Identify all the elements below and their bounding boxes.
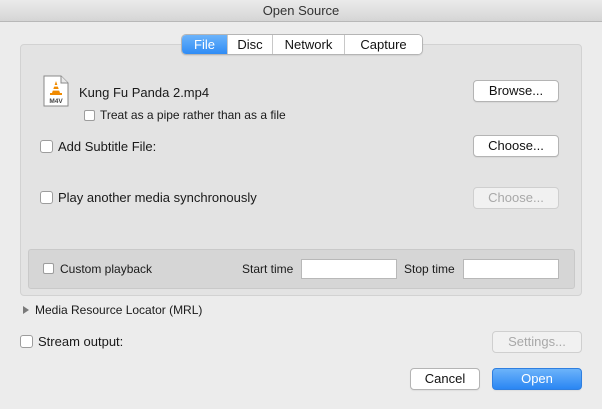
stream-output-checkbox[interactable] bbox=[20, 335, 33, 348]
sync-media-label: Play another media synchronously bbox=[58, 190, 257, 205]
subtitle-label: Add Subtitle File: bbox=[58, 139, 157, 154]
open-button[interactable]: Open bbox=[492, 368, 582, 390]
stop-time-label: Stop time bbox=[404, 262, 455, 276]
tab-network[interactable]: Network bbox=[273, 35, 345, 54]
stop-time-field[interactable] bbox=[463, 259, 559, 279]
tab-file[interactable]: File bbox=[182, 35, 228, 54]
custom-playback-label: Custom playback bbox=[60, 262, 153, 276]
file-name: Kung Fu Panda 2.mp4 bbox=[79, 85, 210, 100]
tab-disc[interactable]: Disc bbox=[228, 35, 273, 54]
pipe-label: Treat as a pipe rather than as a file bbox=[100, 108, 286, 122]
file-type-label: M4V bbox=[49, 98, 63, 105]
source-tabs: File Disc Network Capture bbox=[181, 34, 423, 55]
subtitle-checkbox[interactable] bbox=[40, 140, 53, 153]
custom-playback-checkbox[interactable] bbox=[43, 263, 54, 274]
open-source-window: Open Source File Disc Network Capture M4… bbox=[0, 0, 602, 409]
stream-settings-button[interactable]: Settings... bbox=[492, 331, 582, 353]
start-time-field[interactable] bbox=[301, 259, 397, 279]
mrl-label[interactable]: Media Resource Locator (MRL) bbox=[35, 303, 202, 317]
pipe-checkbox[interactable] bbox=[84, 110, 95, 121]
browse-button[interactable]: Browse... bbox=[473, 80, 559, 102]
stream-output-label: Stream output: bbox=[38, 334, 124, 349]
sync-media-checkbox[interactable] bbox=[40, 191, 53, 204]
sync-media-choose-button[interactable]: Choose... bbox=[473, 187, 559, 209]
tab-capture[interactable]: Capture bbox=[345, 35, 422, 54]
vlc-media-file-icon: M4V bbox=[43, 75, 69, 107]
cancel-button[interactable]: Cancel bbox=[410, 368, 480, 390]
window-title: Open Source bbox=[0, 0, 602, 22]
subtitle-choose-button[interactable]: Choose... bbox=[473, 135, 559, 157]
start-time-label: Start time bbox=[242, 262, 294, 276]
disclosure-triangle-icon[interactable] bbox=[23, 306, 29, 314]
